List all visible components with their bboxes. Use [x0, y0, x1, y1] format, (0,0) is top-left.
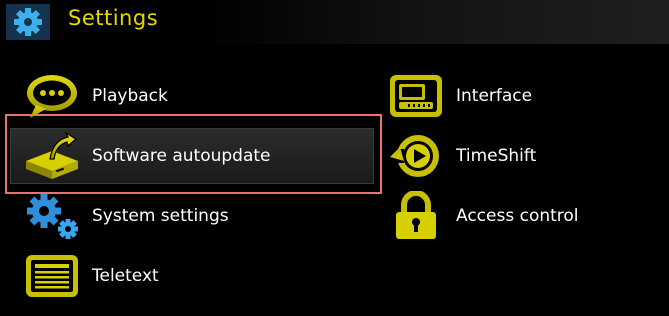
menu-item-interface[interactable]: Interface [386, 68, 532, 124]
menu-item-label: Software autoupdate [92, 146, 271, 166]
settings-screen: Settings Playback Software autoupdate Sy… [0, 0, 669, 316]
header-bar: Settings [0, 0, 669, 44]
page-title: Settings [68, 6, 159, 30]
menu-item-label: Playback [92, 86, 168, 106]
menu-item-timeshift[interactable]: TimeShift [386, 128, 536, 184]
speech-bubble-icon [27, 75, 77, 118]
menu-item-label: System settings [92, 206, 229, 226]
gear-icon [6, 4, 50, 40]
gears-icon [27, 194, 78, 239]
menu-item-access-control[interactable]: Access control [386, 188, 579, 244]
menu-item-teletext[interactable]: Teletext [22, 248, 159, 304]
teletext-icon [26, 255, 78, 297]
menu-item-label: Access control [456, 206, 579, 226]
software-update-icon [26, 131, 78, 179]
timeshift-icon [390, 135, 439, 177]
menu-item-system-settings[interactable]: System settings [22, 188, 229, 244]
menu-item-label: Interface [456, 86, 533, 106]
menu-item-playback[interactable]: Playback [22, 68, 168, 124]
menu-item-label: Teletext [92, 266, 159, 286]
interface-screen-icon [390, 75, 442, 117]
menu-item-label: TimeShift [456, 146, 537, 166]
menu-item-software-autoupdate[interactable]: Software autoupdate [22, 128, 271, 184]
padlock-icon [396, 191, 436, 239]
